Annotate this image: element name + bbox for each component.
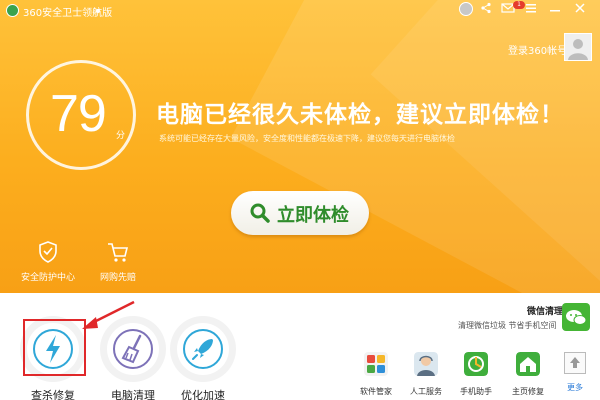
- rocket-icon: [183, 329, 223, 369]
- tool-label: 电脑清理: [111, 389, 155, 400]
- mini-app-human-service[interactable]: 人工服务: [406, 352, 446, 397]
- search-icon: [250, 203, 270, 223]
- tool-icon-ring: [170, 316, 236, 382]
- app-grid-icon: [364, 352, 388, 376]
- share-icon[interactable]: [479, 1, 493, 19]
- annotation-arrow-icon: [82, 300, 135, 329]
- close-icon[interactable]: [572, 1, 588, 19]
- mini-app-software-manager[interactable]: 软件管家: [356, 352, 396, 397]
- mini-app-homepage-repair[interactable]: 主页修复: [508, 352, 548, 397]
- login-link[interactable]: 登录360帐号: [508, 42, 567, 57]
- shortcut-label: 安全防护中心: [20, 273, 75, 283]
- shield-icon: [39, 241, 57, 263]
- mini-app-label: 人工服务: [410, 387, 442, 396]
- version-dot-icon: [96, 9, 100, 13]
- cart-icon: [108, 243, 129, 262]
- mini-app-label: 主页修复: [512, 387, 544, 396]
- title-bar: 360安全卫士领航版 1: [0, 0, 600, 22]
- tool-label: 优化加速: [181, 389, 225, 400]
- vip-badge-icon[interactable]: [459, 2, 473, 16]
- phone-helper-icon: [464, 352, 488, 376]
- status-headline: 电脑已经很久未体检，建议立即体检！: [156, 102, 564, 128]
- status-panel: 360安全卫士领航版 1 登录360帐号 79 分 电脑已经很久未体检，建议立即…: [0, 0, 600, 293]
- wechat-cleanup-subtitle[interactable]: 清理微信垃圾 节省手机空间: [458, 320, 557, 331]
- score-unit: 分: [116, 131, 126, 141]
- wechat-cleanup-icon[interactable]: [562, 303, 590, 331]
- wechat-cleanup-title[interactable]: 微信清理: [527, 304, 563, 317]
- mini-app-label: 手机助手: [460, 387, 492, 396]
- minimize-icon[interactable]: [547, 1, 563, 19]
- shortcut-label: 网购先赔: [99, 273, 136, 283]
- more-button[interactable]: [564, 352, 586, 374]
- tool-label: 查杀修复: [31, 389, 75, 400]
- check-now-button[interactable]: 立即体检: [231, 191, 369, 235]
- menu-icon[interactable]: [523, 1, 539, 19]
- shortcut-shopping-guarantee[interactable]: 网购先赔: [96, 241, 140, 283]
- support-person-icon: [414, 352, 438, 376]
- mini-app-phone-helper[interactable]: 手机助手: [456, 352, 496, 397]
- home-icon: [516, 352, 540, 376]
- app-logo-icon: [6, 4, 19, 17]
- avatar[interactable]: [564, 33, 592, 61]
- arrow-up-icon: [570, 357, 580, 368]
- user-silhouette-icon: [568, 39, 588, 60]
- shortcut-security-center[interactable]: 安全防护中心: [18, 241, 78, 283]
- more-label[interactable]: 更多: [564, 382, 586, 393]
- mini-app-label: 软件管家: [360, 387, 392, 396]
- check-now-label: 立即体检: [277, 205, 349, 226]
- status-detail: 系统可能已经存在大量风险，安全度和性能都在极速下降，建议您每天进行电脑体检: [159, 134, 455, 143]
- health-score: 79: [50, 85, 107, 143]
